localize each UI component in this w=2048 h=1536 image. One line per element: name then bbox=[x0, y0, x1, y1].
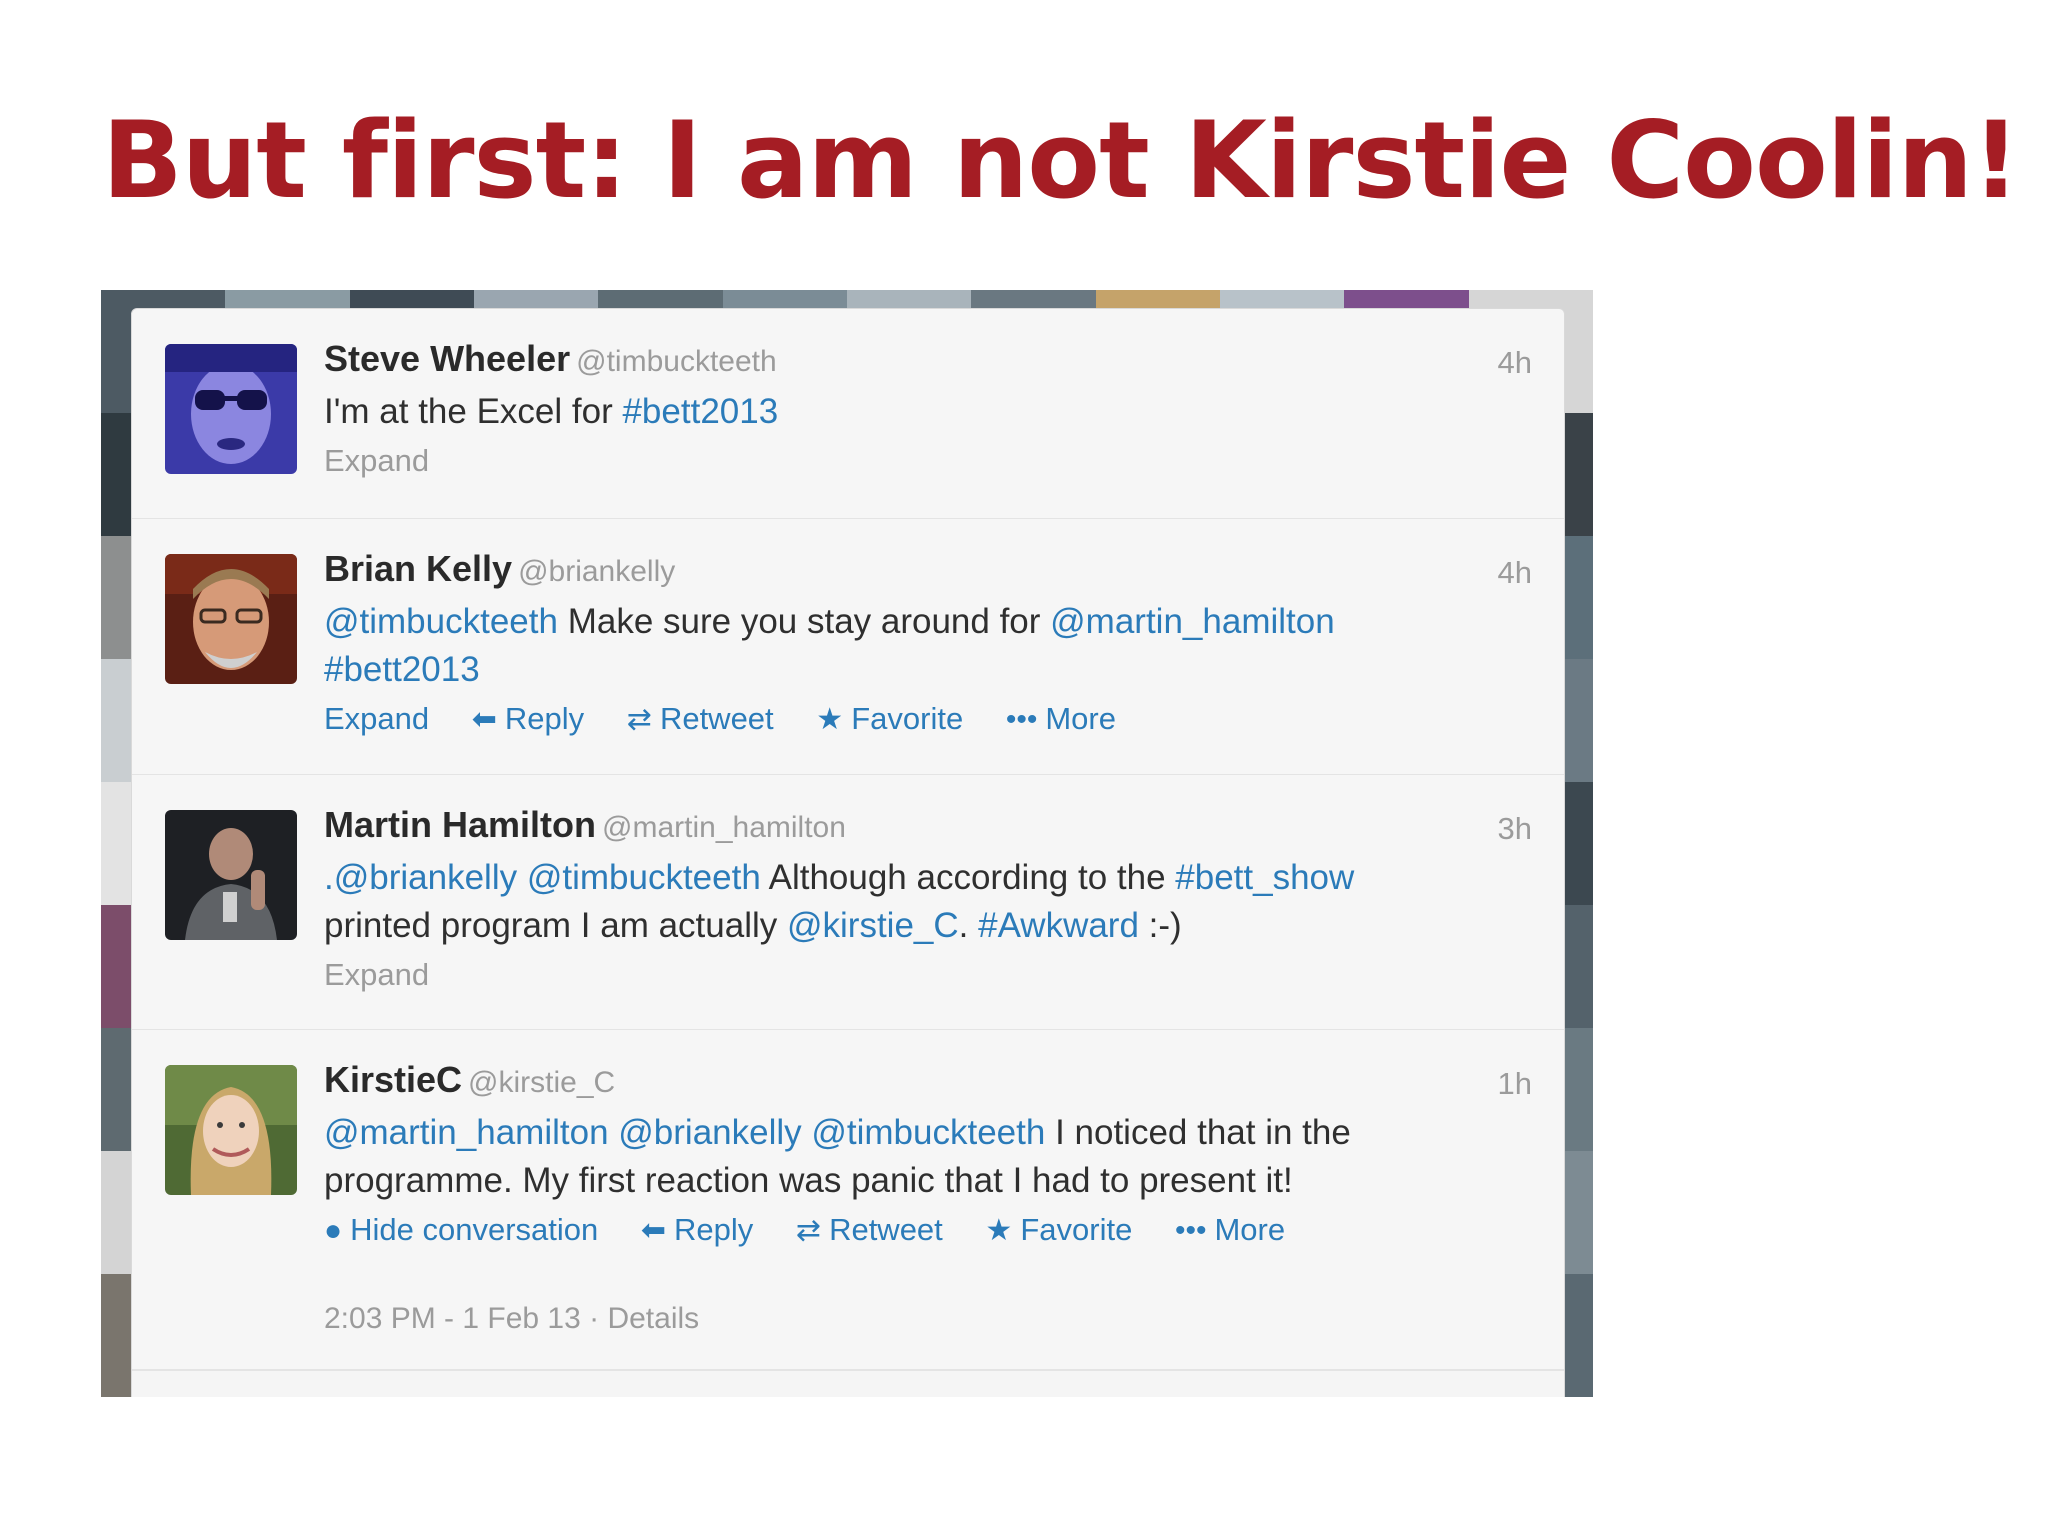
mention-link[interactable]: @martin_hamilton bbox=[324, 1113, 609, 1152]
tweet-text: .@briankelly @timbuckteeth Although acco… bbox=[324, 854, 1444, 950]
favorite-label: Favorite bbox=[1020, 1212, 1133, 1247]
tweet-text: @timbuckteeth Make sure you stay around … bbox=[324, 598, 1444, 694]
tweet-text: @martin_hamilton @briankelly @timbucktee… bbox=[324, 1109, 1444, 1205]
tweet-timestamp[interactable]: 1h bbox=[1498, 1066, 1532, 1102]
avatar-steve-wheeler[interactable] bbox=[165, 344, 297, 474]
retweet-label: Retweet bbox=[829, 1212, 943, 1247]
avatar-martin-hamilton[interactable] bbox=[165, 810, 297, 940]
tweet-author-handle[interactable]: @timbuckteeth bbox=[576, 345, 777, 378]
mention-link[interactable]: @briankelly bbox=[618, 1113, 801, 1152]
tweet-timestamp[interactable]: 4h bbox=[1498, 555, 1532, 591]
reply-button[interactable]: ⬅ Reply bbox=[641, 1207, 753, 1254]
tweet-author-handle[interactable]: @briankelly bbox=[518, 555, 675, 588]
tweet-brian-kelly[interactable]: Brian Kelly @briankelly @timbuckteeth Mak… bbox=[132, 519, 1564, 776]
tweet-screenshot: Steve Wheeler @timbuckteeth I'm at the Ex… bbox=[101, 290, 1593, 1397]
mention-link[interactable]: @timbuckteeth bbox=[811, 1113, 1045, 1152]
tweet-timestamp[interactable]: 4h bbox=[1498, 345, 1532, 381]
more-button[interactable]: ••• More bbox=[1175, 1207, 1285, 1254]
timeline-panel: Steve Wheeler @timbuckteeth I'm at the Ex… bbox=[131, 308, 1565, 1397]
tweet-actions: Expand ⬅ Reply ⇄ Retweet ★ Favorite ••• More bbox=[324, 696, 1444, 743]
star-icon: ★ bbox=[985, 1214, 1013, 1247]
expand-link[interactable]: Expand bbox=[324, 438, 429, 484]
tweet-martin-hamilton[interactable]: Martin Hamilton @martin_hamilton .@briank… bbox=[132, 775, 1564, 1031]
retweet-icon: ⇄ bbox=[795, 1214, 822, 1247]
retweet-label: Retweet bbox=[659, 701, 774, 736]
hide-conversation-button[interactable]: ● Hide conversation bbox=[324, 1207, 598, 1254]
tweet-text-segment: I'm at the Excel for bbox=[324, 392, 623, 431]
tweet-steve-wheeler[interactable]: Steve Wheeler @timbuckteeth I'm at the Ex… bbox=[132, 309, 1564, 520]
avatar-kirstiec[interactable] bbox=[165, 1065, 297, 1195]
tweet-text-segment: . bbox=[958, 906, 979, 945]
tweet-timestamp[interactable]: 3h bbox=[1498, 811, 1532, 847]
star-icon: ★ bbox=[816, 703, 844, 736]
tweet-actions: ● Hide conversation ⬅ Reply ⇄ Retweet ★ Favo… bbox=[324, 1207, 1444, 1254]
slide-title: But first: I am not Kirstie Coolin! bbox=[102, 99, 2020, 222]
tweet-text-segment bbox=[802, 1113, 812, 1152]
reply-label: Reply bbox=[504, 701, 585, 736]
tweet-text-segment: Make sure you stay around for bbox=[557, 602, 1051, 641]
hashtag-link[interactable]: #Awkward bbox=[978, 906, 1139, 945]
favorite-button[interactable]: ★ Favorite bbox=[985, 1207, 1132, 1254]
tweet-kirstiec[interactable]: KirstieC @kirstie_C @martin_hamilton @bri… bbox=[132, 1030, 1564, 1371]
favorite-label: Favorite bbox=[851, 701, 964, 736]
tweet-date-details[interactable]: 2:03 PM - 1 Feb 13 · Details bbox=[324, 1302, 699, 1336]
tweet-text-segment: printed program I am actually bbox=[324, 906, 787, 945]
reply-arrow-icon: ⬅ bbox=[640, 1214, 667, 1247]
tweet-text-segment bbox=[517, 858, 527, 897]
mention-link[interactable]: @martin_hamilton bbox=[1050, 602, 1335, 641]
hashtag-link[interactable]: #bett_show bbox=[1175, 858, 1354, 897]
mention-link[interactable]: @timbuckteeth bbox=[324, 602, 558, 641]
reply-button[interactable]: ⬅ Reply bbox=[472, 696, 584, 743]
more-button[interactable]: ••• More bbox=[1006, 696, 1116, 743]
reply-label: Reply bbox=[674, 1212, 754, 1247]
more-label: More bbox=[1045, 701, 1116, 736]
retweet-icon: ⇄ bbox=[626, 703, 652, 736]
expand-link[interactable]: Expand bbox=[324, 696, 429, 742]
tweet-author-name[interactable]: KirstieC bbox=[324, 1059, 462, 1100]
tweet-author-name[interactable]: Brian Kelly bbox=[324, 548, 512, 589]
retweet-button[interactable]: ⇄ Retweet bbox=[627, 696, 774, 743]
hashtag-link[interactable]: #bett2013 bbox=[324, 650, 480, 689]
tweet-text-segment: Although according to the bbox=[760, 858, 1176, 897]
hashtag-link[interactable]: #bett2013 bbox=[622, 392, 778, 431]
retweet-button[interactable]: ⇄ Retweet bbox=[796, 1207, 943, 1254]
hide-conversation-label: Hide conversation bbox=[350, 1212, 599, 1247]
more-label: More bbox=[1214, 1212, 1286, 1247]
mention-link[interactable]: @timbuckteeth bbox=[527, 858, 761, 897]
tweet-author-name[interactable]: Steve Wheeler bbox=[324, 338, 570, 379]
speech-bubble-icon: ● bbox=[324, 1214, 343, 1247]
tweet-author-handle[interactable]: @kirstie_C bbox=[468, 1066, 615, 1099]
favorite-button[interactable]: ★ Favorite bbox=[816, 696, 963, 743]
tweet-text: I'm at the Excel for #bett2013 bbox=[324, 388, 1444, 436]
tweet-author-name[interactable]: Martin Hamilton bbox=[324, 804, 596, 845]
avatar-brian-kelly[interactable] bbox=[165, 554, 297, 684]
tweet-text-segment: :-) bbox=[1138, 906, 1182, 945]
mention-link[interactable]: @kirstie_C bbox=[787, 906, 959, 945]
mention-link[interactable]: .@briankelly bbox=[324, 858, 517, 897]
expand-link[interactable]: Expand bbox=[324, 952, 429, 998]
tweet-text-segment bbox=[609, 1113, 619, 1152]
reply-arrow-icon: ⬅ bbox=[471, 703, 497, 736]
ellipsis-icon: ••• bbox=[1174, 1214, 1207, 1247]
tweet-author-handle[interactable]: @martin_hamilton bbox=[602, 811, 846, 844]
ellipsis-icon: ••• bbox=[1005, 703, 1038, 736]
